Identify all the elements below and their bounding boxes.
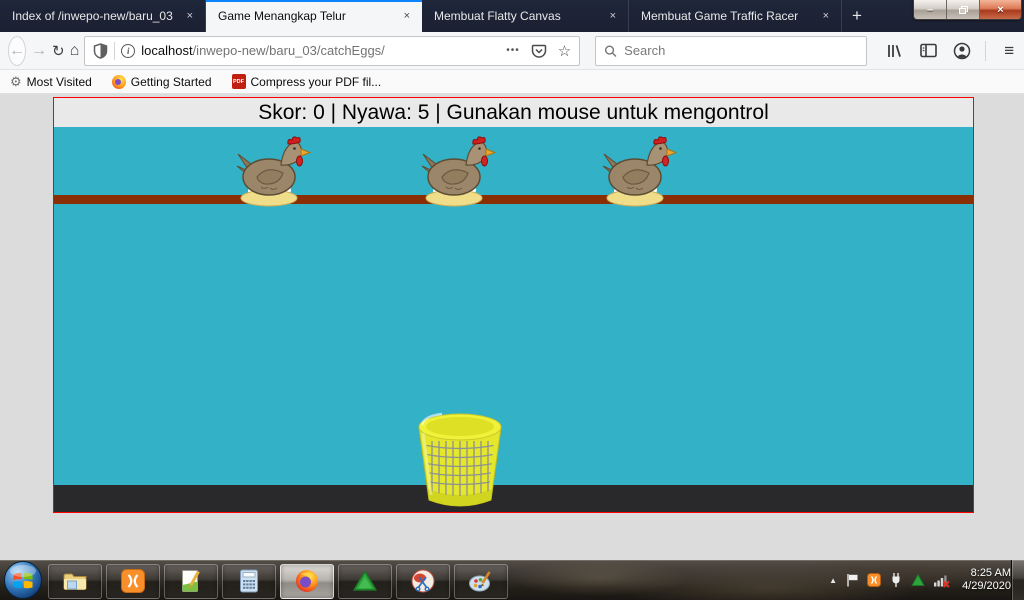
taskbar-app-calculator[interactable]: [222, 564, 276, 599]
start-button[interactable]: [0, 560, 46, 600]
url-text[interactable]: localhost/inwepo-new/baru_03/catchEggs/: [141, 43, 500, 58]
close-button[interactable]: ×: [980, 0, 1021, 19]
back-button[interactable]: ←: [8, 36, 26, 66]
taskbar-clock[interactable]: 8:25 AM 4/29/2020: [962, 567, 1011, 593]
chicken-sprite: [231, 135, 311, 207]
action-center-flag-icon[interactable]: [845, 572, 859, 588]
tray-expand-icon[interactable]: ▲: [829, 576, 837, 585]
reload-button[interactable]: ↻: [52, 42, 65, 60]
hamburger-menu-icon[interactable]: ≡: [995, 37, 1023, 65]
taskbar-app-firefox[interactable]: [280, 564, 334, 599]
taskbar-app-xampp[interactable]: [106, 564, 160, 599]
chicken-sprite: [416, 135, 496, 207]
bookmark-label: Getting Started: [131, 75, 212, 89]
tab-close-icon[interactable]: ×: [183, 8, 197, 24]
bookmark-most-visited[interactable]: ⚙ Most Visited: [10, 74, 92, 90]
search-bar[interactable]: [595, 36, 867, 66]
calculator-icon: [236, 568, 262, 594]
taskbar-app-paint[interactable]: [454, 564, 508, 599]
divider: [985, 41, 986, 61]
taskbar-app-google-drive[interactable]: [338, 564, 392, 599]
system-tray: ▲: [829, 560, 1011, 600]
desktop-screen: Index of /inwepo-new/baru_03 × Game Mena…: [0, 0, 1024, 600]
pdf-icon: PDF: [232, 74, 246, 89]
bookmarks-bar: ⚙ Most Visited Getting Started PDF Compr…: [0, 70, 1024, 94]
notepad-icon: [178, 568, 204, 594]
game-status-text: Skor: 0 | Nyawa: 5 | Gunakan mouse untuk…: [258, 101, 769, 125]
firefox-icon: [294, 568, 320, 594]
toolbar-icons: ≡: [880, 37, 1023, 65]
game-ground-strip: [54, 485, 973, 512]
google-drive-icon: [352, 568, 378, 594]
library-icon[interactable]: [880, 37, 908, 65]
restore-icon: [959, 6, 968, 14]
taskbar-app-notepad-plus-plus[interactable]: [164, 564, 218, 599]
browser-nav-bar: ← → ↻ ⌂ i localhost/inwepo-new/baru_03/c…: [0, 32, 1024, 70]
windows-orb-icon: [3, 560, 43, 600]
firefox-icon: [112, 75, 126, 89]
search-icon: [604, 44, 617, 58]
account-icon[interactable]: [948, 37, 976, 65]
url-bar[interactable]: i localhost/inwepo-new/baru_03/catchEggs…: [84, 36, 580, 66]
tab-game-menangkap-telur[interactable]: Game Menangkap Telur ×: [206, 0, 422, 32]
tab-membuat-game-traffic-racer[interactable]: Membuat Game Traffic Racer ×: [629, 0, 842, 32]
tab-close-icon[interactable]: ×: [819, 8, 833, 24]
divider: [114, 42, 115, 60]
chicken-sprite: [597, 135, 677, 207]
google-drive-tray-icon[interactable]: [911, 573, 925, 587]
window-controls: – ×: [913, 0, 1022, 20]
sidebar-toggle-icon[interactable]: [914, 37, 942, 65]
power-plug-icon[interactable]: [889, 572, 903, 588]
taskbar-app-windows-explorer[interactable]: [48, 564, 102, 599]
game-canvas[interactable]: Skor: 0 | Nyawa: 5 | Gunakan mouse untuk…: [53, 97, 974, 513]
gear-icon: ⚙: [10, 74, 22, 90]
chicken-perch: [54, 195, 973, 204]
tab-close-icon[interactable]: ×: [606, 8, 620, 24]
browser-tab-bar: Index of /inwepo-new/baru_03 × Game Mena…: [0, 0, 1024, 32]
paint-icon: [468, 568, 494, 594]
egg-basket-sprite[interactable]: [414, 411, 506, 511]
network-status-icon[interactable]: [933, 572, 950, 588]
bookmark-label: Compress your PDF fil...: [251, 75, 382, 89]
snipping-tool-icon: [410, 568, 436, 594]
clock-date: 4/29/2020: [962, 580, 1011, 593]
home-button[interactable]: ⌂: [70, 42, 80, 60]
forward-button[interactable]: →: [31, 42, 47, 60]
page-content: Skor: 0 | Nyawa: 5 | Gunakan mouse untuk…: [0, 95, 1024, 560]
tab-title: Index of /inwepo-new/baru_03: [12, 9, 175, 23]
bookmark-compress-pdf[interactable]: PDF Compress your PDF fil...: [232, 74, 382, 89]
clock-time: 8:25 AM: [962, 567, 1011, 580]
url-host: localhost: [141, 43, 192, 58]
url-path: /inwepo-new/baru_03/catchEggs/: [193, 43, 385, 58]
tab-index-of-baru03[interactable]: Index of /inwepo-new/baru_03 ×: [0, 0, 206, 32]
xampp-icon: [120, 568, 146, 594]
bookmark-label: Most Visited: [27, 75, 92, 89]
minimize-button[interactable]: –: [914, 0, 947, 19]
site-info-icon[interactable]: i: [121, 44, 135, 58]
restore-button[interactable]: [947, 0, 980, 19]
explorer-icon: [62, 568, 88, 594]
tab-title: Membuat Flatty Canvas: [434, 9, 598, 23]
search-input[interactable]: [624, 43, 858, 58]
tab-title: Game Menangkap Telur: [218, 9, 392, 23]
tab-membuat-flatty-canvas[interactable]: Membuat Flatty Canvas ×: [422, 0, 629, 32]
pocket-icon[interactable]: [531, 43, 547, 59]
xampp-tray-icon[interactable]: [867, 573, 881, 587]
new-tab-button[interactable]: +: [842, 0, 872, 32]
active-tab-accent: [206, 0, 422, 2]
game-status-strip: Skor: 0 | Nyawa: 5 | Gunakan mouse untuk…: [54, 98, 973, 127]
bookmark-getting-started[interactable]: Getting Started: [112, 75, 212, 89]
tracking-shield-icon[interactable]: [93, 43, 108, 59]
bookmark-star-icon[interactable]: ☆: [558, 42, 571, 60]
url-actions: ••• ☆: [506, 42, 571, 60]
show-desktop-button[interactable]: [1011, 560, 1024, 600]
tab-close-icon[interactable]: ×: [400, 8, 414, 24]
windows-taskbar: ▲: [0, 560, 1024, 600]
tab-title: Membuat Game Traffic Racer: [641, 9, 811, 23]
taskbar-app-snipping-tool[interactable]: [396, 564, 450, 599]
page-actions-icon[interactable]: •••: [506, 45, 520, 56]
